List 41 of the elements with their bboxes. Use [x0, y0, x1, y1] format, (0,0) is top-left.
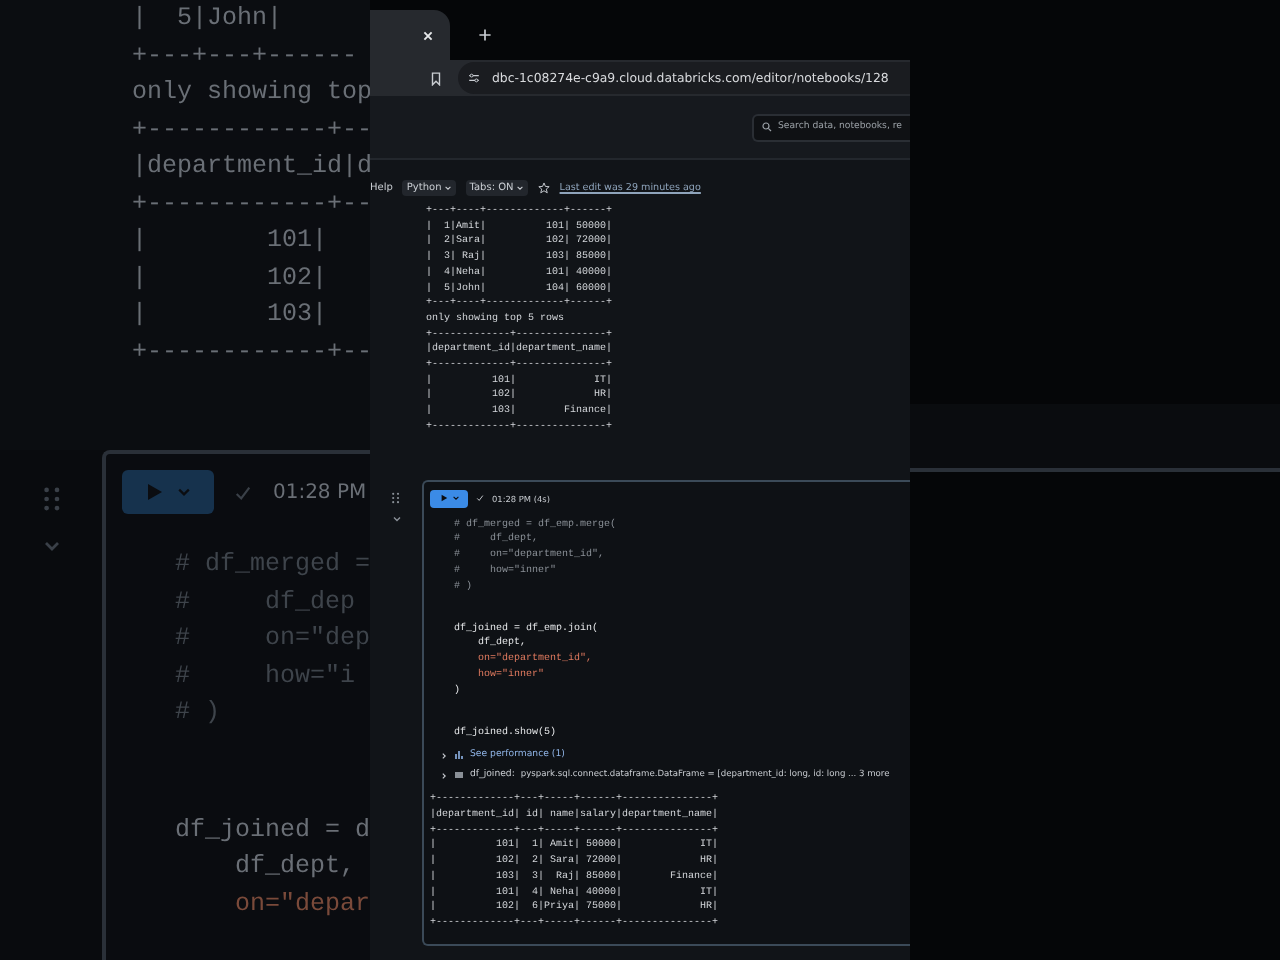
checkmark-icon — [234, 483, 253, 501]
chevron-right-icon — [440, 751, 448, 760]
chevron-right-icon — [440, 771, 448, 780]
drag-handle-icon[interactable] — [392, 491, 400, 504]
output-line: +------------+-- — [132, 335, 370, 369]
output-line: only showing top — [132, 76, 370, 110]
chevron-down-icon — [176, 484, 193, 500]
code-line: # how="i — [172, 659, 357, 693]
output-line: +------------+-- — [132, 113, 370, 147]
output-line: +---+---+------ — [132, 39, 360, 73]
output-line: | 103| — [132, 298, 330, 332]
search-icon — [762, 122, 772, 132]
output-line: |department_id|d — [132, 150, 370, 184]
code-line: # df_dep — [172, 585, 357, 619]
close-icon[interactable] — [422, 29, 434, 41]
plus-icon[interactable] — [478, 28, 492, 42]
output-line: | 101| — [132, 224, 330, 258]
checkmark-icon — [476, 494, 484, 503]
code-line: df_joined = d — [172, 813, 370, 847]
table-icon — [454, 770, 464, 781]
code-line: # ) — [172, 696, 222, 730]
output-line: | 102| — [132, 261, 330, 295]
play-icon — [439, 494, 447, 503]
chevron-down-icon — [515, 184, 524, 192]
bar-chart-icon — [454, 750, 464, 761]
play-icon — [144, 482, 165, 502]
settings-icon[interactable] — [468, 72, 480, 84]
output-line: | 5|John| — [132, 2, 285, 36]
drag-handle-icon[interactable] — [43, 486, 60, 512]
code-line: # df_merged = — [172, 548, 370, 582]
code-line: on="depar — [232, 887, 370, 921]
output-line: +------------+-- — [132, 187, 370, 221]
bookmark-icon[interactable] — [430, 71, 442, 85]
chevron-down-icon — [443, 184, 452, 192]
run-button[interactable] — [430, 489, 468, 508]
run-time: 01:28 PM — [272, 481, 367, 503]
code-line: df_dept, — [232, 850, 357, 884]
chevron-down-icon — [391, 513, 401, 524]
code-line: # on="dep — [172, 622, 370, 656]
chevron-down-icon — [41, 536, 62, 556]
star-icon[interactable] — [537, 182, 550, 194]
